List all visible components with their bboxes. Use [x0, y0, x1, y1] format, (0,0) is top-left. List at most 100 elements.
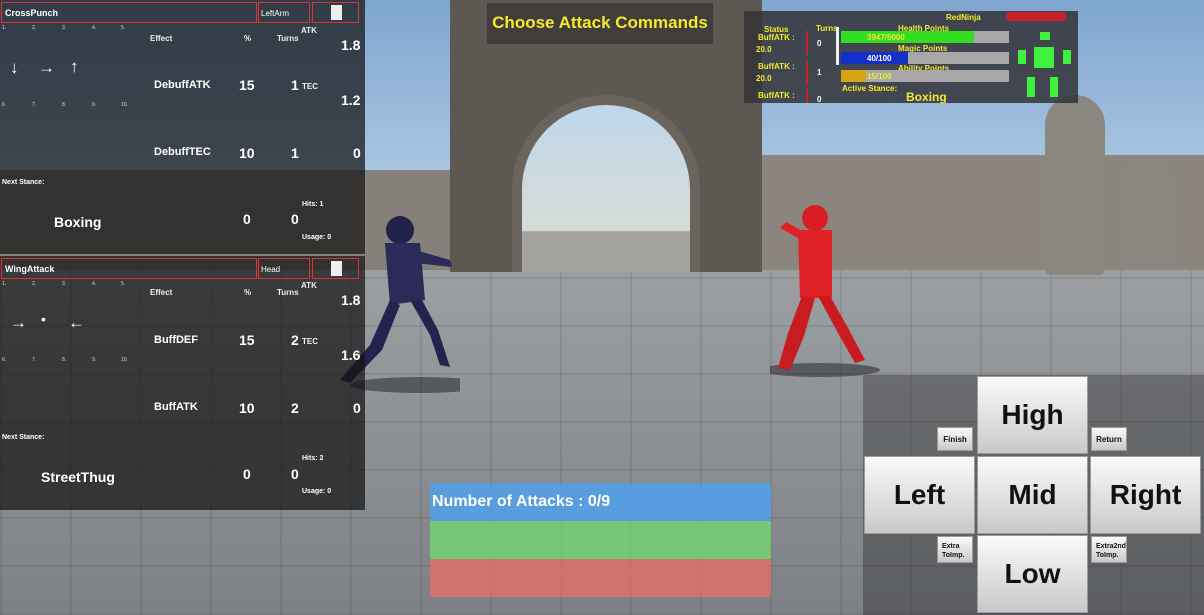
choose-attack-banner: Choose Attack Commands	[487, 3, 713, 44]
buff-turns: 1	[817, 68, 822, 77]
buff-name: BuffATK :	[758, 91, 795, 100]
status-divider	[806, 89, 808, 103]
magic-bar: 40/100	[841, 52, 1009, 64]
arrow-up-icon: ↑	[70, 57, 79, 76]
slot-label: 5.	[121, 25, 126, 31]
low-button[interactable]: Low	[977, 535, 1088, 613]
command-thumbnail	[312, 258, 359, 279]
active-stance-label: Active Stance:	[842, 84, 898, 93]
health-bar: 3947/5000	[841, 31, 1009, 43]
left-button[interactable]: Left	[864, 456, 975, 534]
atk-value: 1.8	[341, 292, 361, 308]
header-effect: Effect	[150, 288, 173, 297]
health-bar-fill	[841, 31, 974, 43]
third-value: 0	[353, 400, 361, 416]
effect-percent: 10	[239, 400, 255, 416]
next-stance-label: Next Stance:	[2, 434, 45, 441]
slot-label: 3.	[62, 25, 67, 31]
red-ninja-leg-back	[778, 296, 815, 370]
third-value: 0	[353, 145, 361, 161]
command-name: CrossPunch	[1, 2, 257, 23]
command-body-part: Head	[258, 258, 310, 279]
statue-large	[1045, 95, 1105, 275]
next-stance-label: Next Stance:	[2, 179, 45, 186]
slot-label: 9.	[92, 357, 97, 363]
gate-arch	[512, 95, 700, 272]
hits-count: Hits: 1	[302, 201, 324, 208]
statue-small	[1120, 160, 1175, 270]
effect-name: BuffDEF	[154, 334, 198, 346]
next-stance-value: StreetThug	[41, 469, 115, 485]
atk-value: 1.8	[341, 37, 361, 53]
command-name: WingAttack	[1, 258, 257, 279]
target-grid-cell	[1063, 50, 1071, 64]
effect-percent: 15	[239, 77, 255, 93]
effect-name: DebuffTEC	[154, 146, 211, 158]
command-body-part: LeftArm	[258, 2, 310, 23]
attack-queue-row-green	[430, 521, 771, 559]
effect-turns: 1	[291, 145, 299, 161]
attack-queue: Number of Attacks : 0/9	[430, 483, 771, 597]
scroll-icon	[331, 261, 342, 276]
buff-name: BuffATK :	[758, 33, 795, 42]
stance-turns: 0	[291, 211, 299, 227]
slot-label: 10.	[121, 102, 128, 108]
header-turns: Turns	[277, 288, 299, 297]
usage-count: Usage: 0	[302, 234, 332, 241]
finish-button[interactable]: Finish	[937, 427, 973, 451]
slot-label: 1.	[2, 25, 7, 31]
next-stance-value: Boxing	[54, 214, 102, 230]
slot-label: 4.	[92, 25, 97, 31]
tec-label: TEC	[302, 337, 318, 346]
target-grid-cell	[1034, 47, 1054, 68]
buff-name: BuffATK :	[758, 62, 795, 71]
effect-name: DebuffATK	[154, 79, 211, 91]
command-thumbnail	[312, 2, 359, 23]
slot-label: 6.	[2, 357, 7, 363]
blue-ninja-leg-front	[410, 300, 450, 367]
high-button[interactable]: High	[977, 376, 1088, 454]
dot-icon: •	[41, 311, 46, 327]
effect-turns: 2	[291, 332, 299, 348]
magic-value: 40/100	[867, 54, 892, 63]
red-ninja-leg-front	[818, 296, 865, 363]
arrow-right-icon: →	[10, 313, 27, 332]
return-button[interactable]: Return	[1091, 427, 1127, 451]
right-button[interactable]: Right	[1090, 456, 1201, 534]
command-panel-crosspunch[interactable]: CrossPunch LeftArm 1. 2. 3. 4. 5. ↓ → ↑ …	[0, 0, 365, 254]
effect-percent: 10	[239, 145, 255, 161]
tec-label: TEC	[302, 82, 318, 91]
attack-queue-row-blue: Number of Attacks : 0/9	[430, 483, 771, 521]
extra-to-imp-button[interactable]: Extra ToImp.	[937, 536, 973, 563]
effect-turns: 1	[291, 77, 299, 93]
command-panel-wingattack[interactable]: WingAttack Head 1. 2. 3. 4. 5. → • ← 6. …	[0, 256, 365, 510]
slot-label: 3.	[62, 281, 67, 287]
slot-label: 8.	[62, 102, 67, 108]
attack-count-label: Number of Attacks : 0/9	[432, 493, 611, 510]
ability-value: 15/100	[867, 72, 892, 81]
slot-label: 7.	[32, 357, 37, 363]
header-percent: %	[244, 34, 252, 43]
slot-label: 1.	[2, 281, 7, 287]
buff-turns: 0	[817, 95, 822, 104]
slot-label: 10.	[121, 357, 128, 363]
buff-value: 20.0	[756, 74, 772, 83]
buff-turns: 0	[817, 39, 822, 48]
ability-bar: 15/100	[841, 70, 1009, 82]
attack-queue-row-red	[430, 559, 771, 597]
header-atk: ATK	[301, 26, 317, 35]
effect-percent: 15	[239, 332, 255, 348]
stance-percent: 0	[243, 466, 251, 482]
slot-label: 2.	[32, 25, 37, 31]
red-ninja-body	[798, 230, 832, 298]
header-effect: Effect	[150, 34, 173, 43]
header-atk: ATK	[301, 281, 317, 290]
red-ninja-head	[802, 205, 828, 231]
slot-label: 2.	[32, 281, 37, 287]
blue-ninja-head	[386, 216, 414, 244]
usage-count: Usage: 0	[302, 488, 332, 495]
buff-value: 20.0	[756, 45, 772, 54]
status-divider	[836, 27, 839, 65]
mid-button[interactable]: Mid	[977, 456, 1088, 534]
extra2nd-to-imp-button[interactable]: Extra2nd ToImp.	[1091, 536, 1127, 563]
